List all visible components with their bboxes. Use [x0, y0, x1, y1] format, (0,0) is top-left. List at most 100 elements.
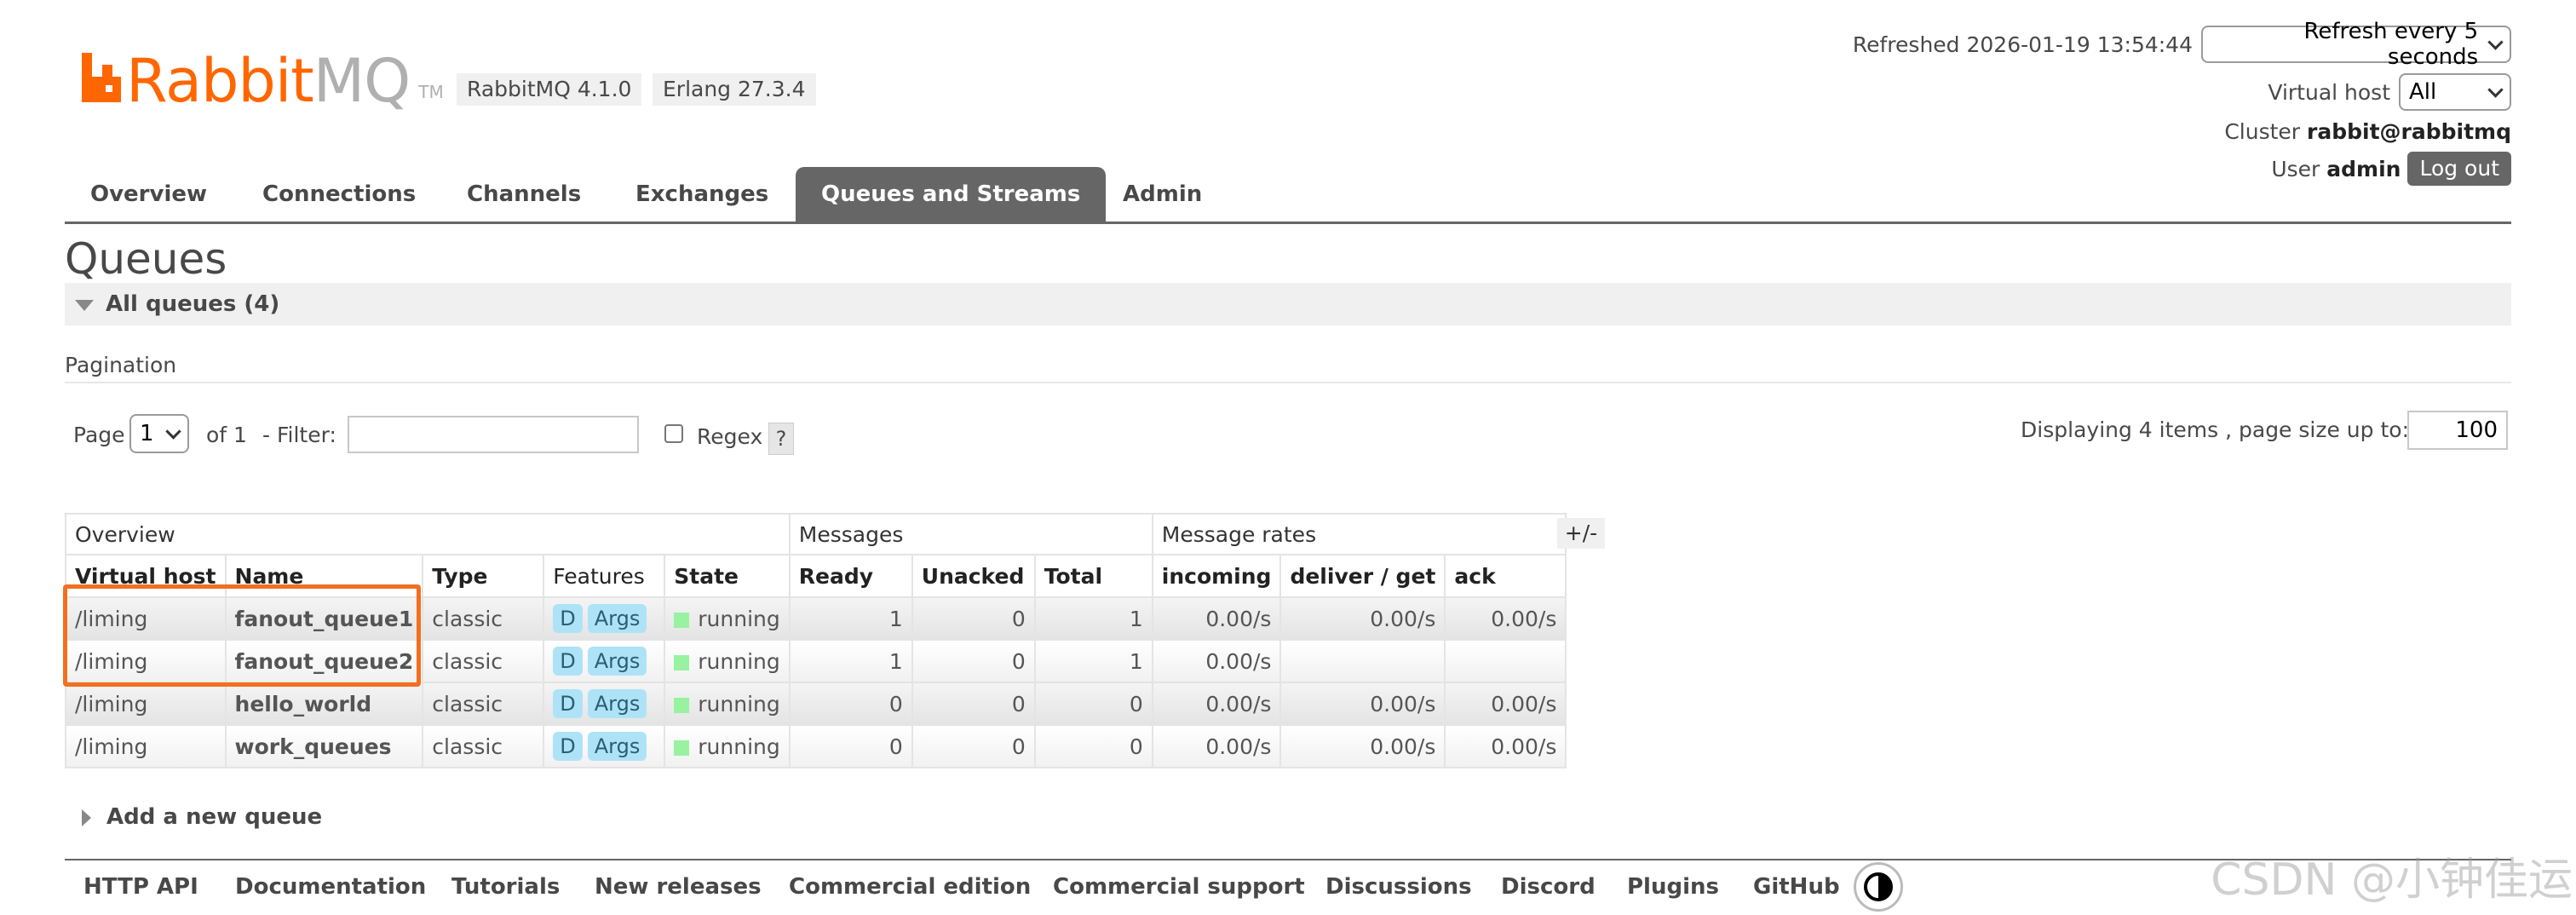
footer-link-new-releases[interactable]: New releases [595, 874, 762, 900]
chevron-down-icon [2487, 81, 2504, 98]
erlang-badge: Erlang 27.3.4 [653, 73, 816, 106]
cluster-row: Cluster rabbit@rabbitmq [2224, 119, 2511, 144]
regex-checkbox[interactable] [664, 424, 683, 443]
state-label: running [698, 691, 780, 716]
collapse-triangle-icon [75, 300, 94, 311]
filter-input[interactable] [348, 416, 639, 453]
pagination-label: Pagination [65, 353, 177, 377]
logo-text-mq: MQ [313, 46, 411, 116]
cluster-value: rabbit@rabbitmq [2307, 119, 2511, 144]
footer-link-tutorials[interactable]: Tutorials [451, 874, 560, 900]
table-row[interactable]: /liming work_queues classic D Args runnin… [65, 724, 1567, 768]
cell-incoming: 0.00/s [1151, 682, 1282, 726]
all-queues-section-toggle[interactable]: All queues (4) [65, 283, 2511, 325]
filter-label: - Filter: [262, 423, 336, 447]
logo-tm: TM [418, 82, 444, 102]
feature-args-badge: Args [587, 604, 647, 633]
refresh-row: Refreshed 2026-01-19 13:54:44 Refresh ev… [1853, 19, 2511, 70]
cell-total: 1 [1033, 596, 1153, 641]
col-ready[interactable]: Ready [788, 554, 913, 598]
page-label: Page [73, 423, 125, 447]
col-incoming[interactable]: incoming [1151, 554, 1282, 598]
table-row[interactable]: /liming hello_world classic D Args runnin… [65, 682, 1567, 726]
vhost-select[interactable]: All [2399, 73, 2511, 111]
refresh-interval-select[interactable]: Refresh every 5 seconds [2201, 19, 2511, 70]
feature-args-badge: Args [587, 689, 647, 718]
page-select-value: 1 [140, 421, 154, 446]
footer-link-http-api[interactable]: HTTP API [83, 874, 198, 900]
tab-queues-and-streams[interactable]: Queues and Streams [796, 167, 1107, 222]
feature-args-badge: Args [587, 732, 647, 761]
group-message-rates: Message rates [1151, 513, 1567, 555]
queue-name-link[interactable]: work_queues [224, 724, 424, 768]
feature-durable-badge: D [553, 732, 583, 761]
vhost-label: Virtual host [2268, 79, 2390, 105]
cell-ready: 1 [788, 639, 913, 683]
page-select[interactable]: 1 [129, 414, 189, 453]
col-deliver-get[interactable]: deliver / get [1279, 554, 1446, 598]
page-size-input[interactable]: 100 [2407, 411, 2508, 450]
cell-deliver-get: 0.00/s [1279, 724, 1446, 768]
cell-ready: 0 [788, 682, 913, 726]
tab-admin[interactable]: Admin [1097, 167, 1228, 222]
regex-help-button[interactable]: ? [768, 423, 794, 455]
cell-ack: 0.00/s [1444, 682, 1567, 726]
footer-link-plugins[interactable]: Plugins [1627, 874, 1719, 900]
col-state[interactable]: State [664, 554, 791, 598]
version-badge: RabbitMQ 4.1.0 [457, 73, 642, 106]
column-options-button[interactable]: +/- [1557, 518, 1605, 549]
vhost-value: All [2409, 79, 2437, 105]
footer-link-discussions[interactable]: Discussions [1325, 874, 1472, 900]
cell-incoming: 0.00/s [1151, 724, 1282, 768]
cell-features: D Args [543, 596, 666, 641]
cell-features: D Args [543, 724, 666, 768]
rabbitmq-logo[interactable]: RabbitMQ TM [82, 43, 444, 111]
cell-deliver-get [1279, 639, 1446, 683]
cell-total: 1 [1033, 639, 1153, 683]
add-queue-label: Add a new queue [106, 804, 323, 830]
refresh-interval-value: Refresh every 5 seconds [2303, 19, 2479, 70]
cell-ready: 1 [788, 596, 913, 641]
tab-exchanges[interactable]: Exchanges [610, 167, 794, 222]
queue-name-link[interactable]: hello_world [224, 682, 424, 726]
vhost-row: Virtual host All [2268, 73, 2511, 111]
tab-overview[interactable]: Overview [65, 167, 233, 222]
cell-total: 0 [1033, 724, 1153, 768]
theme-toggle-icon[interactable] [1854, 862, 1903, 912]
main-nav-tabs: Overview Connections Channels Exchanges … [65, 167, 2511, 224]
cell-deliver-get: 0.00/s [1279, 596, 1446, 641]
cell-unacked: 0 [911, 682, 1036, 726]
footer-link-github[interactable]: GitHub [1753, 874, 1840, 900]
footer-link-documentation[interactable]: Documentation [235, 874, 426, 900]
tab-connections[interactable]: Connections [237, 167, 441, 222]
cell-features: D Args [543, 639, 666, 683]
feature-durable-badge: D [553, 647, 583, 676]
feature-args-badge: Args [587, 647, 647, 676]
cell-vhost: /liming [65, 682, 227, 726]
running-status-icon [674, 612, 690, 628]
section-title: All queues (4) [106, 291, 280, 317]
cell-ack [1444, 639, 1567, 683]
cell-deliver-get: 0.00/s [1279, 682, 1446, 726]
state-label: running [698, 606, 780, 631]
cell-state: running [664, 596, 791, 641]
footer-divider [65, 859, 2511, 860]
running-status-icon [674, 739, 690, 756]
cluster-label: Cluster [2224, 119, 2301, 144]
chevron-down-icon [2487, 33, 2504, 50]
col-type[interactable]: Type [422, 554, 545, 598]
col-total[interactable]: Total [1033, 554, 1153, 598]
footer-link-commercial-support[interactable]: Commercial support [1053, 874, 1305, 900]
add-queue-section-toggle[interactable]: Add a new queue [82, 804, 322, 830]
col-unacked[interactable]: Unacked [911, 554, 1036, 598]
col-ack[interactable]: ack [1444, 554, 1567, 598]
cell-type: classic [422, 724, 545, 768]
state-label: running [698, 734, 780, 759]
tab-channels[interactable]: Channels [441, 167, 607, 222]
group-overview: Overview [65, 513, 791, 555]
highlight-annotation-box [63, 584, 421, 687]
footer-link-commercial-edition[interactable]: Commercial edition [789, 874, 1031, 900]
page-title: Queues [65, 234, 227, 284]
footer-link-discord[interactable]: Discord [1501, 874, 1596, 900]
cell-features: D Args [543, 682, 666, 726]
